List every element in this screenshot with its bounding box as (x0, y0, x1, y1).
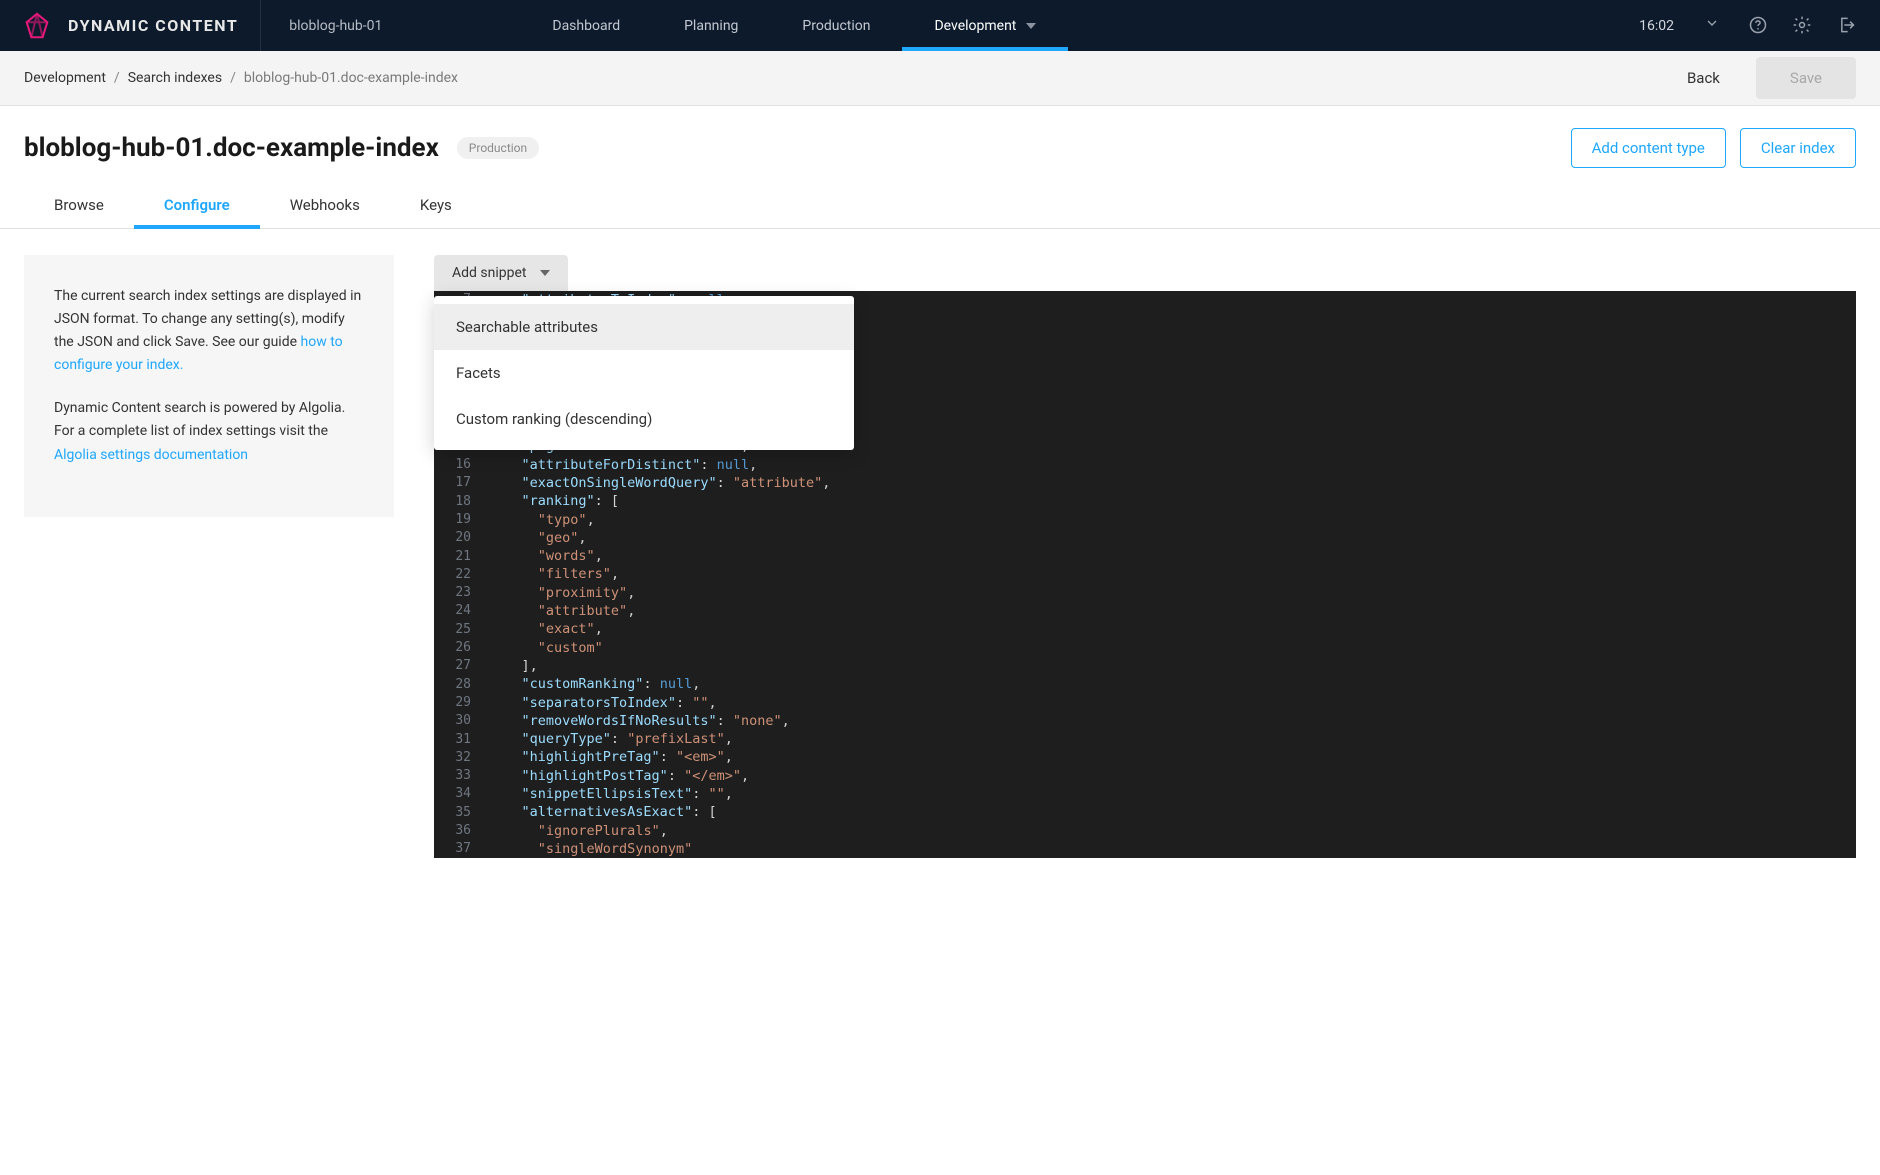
info-card: The current search index settings are di… (24, 255, 394, 517)
title-row: bloblog-hub-01.doc-example-index Product… (0, 106, 1880, 182)
gear-icon[interactable] (1792, 15, 1814, 37)
hub-selector[interactable]: bloblog-hub-01 (261, 18, 410, 34)
code-line[interactable]: 20 "geo", (434, 529, 1856, 547)
logout-icon[interactable] (1836, 15, 1858, 37)
add-snippet-button[interactable]: Add snippet (434, 255, 568, 291)
breadcrumb-item[interactable]: Search indexes (128, 70, 222, 86)
side-info: The current search index settings are di… (24, 255, 394, 858)
code-line[interactable]: 32 "highlightPreTag": "<em>", (434, 748, 1856, 766)
main-nav: DashboardPlanningProductionDevelopment (520, 0, 1068, 51)
code-line[interactable]: 26 "custom" (434, 639, 1856, 657)
code-line[interactable]: 37 "singleWordSynonym" (434, 840, 1856, 858)
environment-badge: Production (457, 137, 539, 159)
breadcrumb-item: bloblog-hub-01.doc-example-index (244, 70, 458, 86)
code-line[interactable]: 16 "attributeForDistinct": null, (434, 456, 1856, 474)
code-line[interactable]: 33 "highlightPostTag": "</em>", (434, 767, 1856, 785)
save-button: Save (1756, 57, 1856, 99)
snippet-option[interactable]: Facets (434, 350, 854, 396)
code-line[interactable]: 31 "queryType": "prefixLast", (434, 730, 1856, 748)
algolia-docs-link[interactable]: Algolia settings documentation (54, 447, 248, 463)
code-line[interactable]: 25 "exact", (434, 620, 1856, 638)
code-line[interactable]: 17 "exactOnSingleWordQuery": "attribute"… (434, 474, 1856, 492)
nav-development[interactable]: Development (902, 0, 1068, 51)
nav-planning[interactable]: Planning (652, 0, 770, 51)
caret-down-icon (1026, 23, 1036, 29)
tab-keys[interactable]: Keys (390, 182, 482, 228)
back-button[interactable]: Back (1671, 59, 1736, 97)
code-line[interactable]: 24 "attribute", (434, 602, 1856, 620)
code-line[interactable]: 21 "words", (434, 547, 1856, 565)
page-title: bloblog-hub-01.doc-example-index (24, 133, 439, 163)
add-snippet-label: Add snippet (452, 265, 526, 281)
code-line[interactable]: 36 "ignorePlurals", (434, 822, 1856, 840)
code-line[interactable]: 22 "filters", (434, 565, 1856, 583)
snippet-option[interactable]: Custom ranking (descending) (434, 396, 854, 442)
editor: Add snippet Searchable attributesFacetsC… (434, 255, 1856, 858)
code-line[interactable]: 23 "proximity", (434, 584, 1856, 602)
info-text-2: Dynamic Content search is powered by Alg… (54, 400, 345, 439)
brand-logo-icon (22, 11, 52, 41)
nav-production[interactable]: Production (770, 0, 902, 51)
brand-name: DYNAMIC CONTENT (68, 16, 238, 35)
code-line[interactable]: 35 "alternativesAsExact": [ (434, 803, 1856, 821)
code-line[interactable]: 34 "snippetEllipsisText": "", (434, 785, 1856, 803)
top-bar: DYNAMIC CONTENT bloblog-hub-01 Dashboard… (0, 0, 1880, 51)
topbar-right: 16:02 (1639, 15, 1880, 37)
snippet-option[interactable]: Searchable attributes (434, 304, 854, 350)
nav-dashboard[interactable]: Dashboard (520, 0, 652, 51)
caret-down-icon (540, 270, 550, 276)
breadcrumb-bar: Development/Search indexes/bloblog-hub-0… (0, 51, 1880, 106)
help-icon[interactable] (1748, 15, 1770, 37)
tab-configure[interactable]: Configure (134, 182, 260, 228)
breadcrumb: Development/Search indexes/bloblog-hub-0… (24, 70, 458, 86)
code-line[interactable]: 18 "ranking": [ (434, 492, 1856, 510)
clock: 16:02 (1639, 18, 1674, 34)
code-line[interactable]: 27 ], (434, 657, 1856, 675)
tab-browse[interactable]: Browse (24, 182, 134, 228)
code-line[interactable]: 30 "removeWordsIfNoResults": "none", (434, 712, 1856, 730)
tab-webhooks[interactable]: Webhooks (260, 182, 390, 228)
add-content-type-button[interactable]: Add content type (1571, 128, 1726, 168)
breadcrumb-item[interactable]: Development (24, 70, 106, 86)
brand: DYNAMIC CONTENT (0, 11, 260, 41)
chevron-down-icon[interactable] (1704, 15, 1726, 37)
code-line[interactable]: 19 "typo", (434, 511, 1856, 529)
clear-index-button[interactable]: Clear index (1740, 128, 1856, 168)
section-tabs: BrowseConfigureWebhooksKeys (0, 182, 1880, 229)
code-line[interactable]: 28 "customRanking": null, (434, 675, 1856, 693)
code-line[interactable]: 29 "separatorsToIndex": "", (434, 694, 1856, 712)
snippet-dropdown: Searchable attributesFacetsCustom rankin… (434, 296, 854, 450)
